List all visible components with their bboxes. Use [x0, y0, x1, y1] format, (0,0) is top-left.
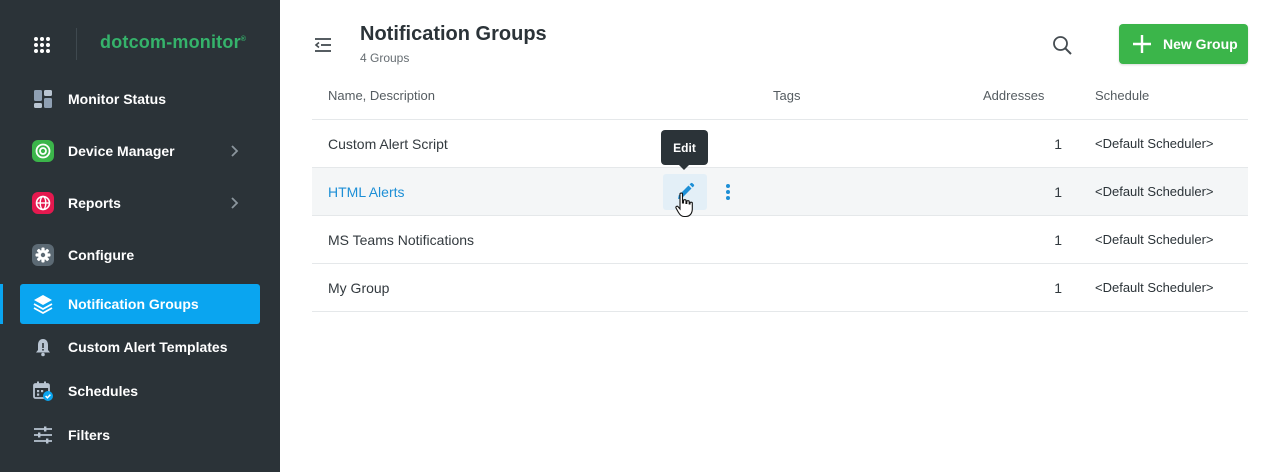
- sidebar-item-configure[interactable]: Configure: [20, 235, 260, 275]
- sidebar-item-monitor-status[interactable]: Monitor Status: [20, 79, 260, 119]
- plus-icon: [1133, 35, 1151, 53]
- edit-tooltip: Edit: [661, 130, 708, 170]
- address-count: 1: [1054, 184, 1062, 200]
- sidebar-item-label: Device Manager: [68, 143, 175, 159]
- apps-grid-icon[interactable]: [34, 37, 50, 53]
- dotcom-monitor-logo[interactable]: dotcom-monitor®: [100, 32, 246, 53]
- group-name[interactable]: Custom Alert Script: [328, 136, 448, 152]
- more-actions-button[interactable]: [718, 180, 738, 204]
- sidebar-item-notification-groups[interactable]: Notification Groups: [20, 284, 260, 324]
- column-header-schedule[interactable]: Schedule: [1095, 88, 1149, 103]
- sidebar-item-label: Notification Groups: [68, 296, 199, 312]
- sidebar-item-reports[interactable]: Reports: [20, 183, 260, 223]
- group-count: 4 Groups: [360, 51, 410, 65]
- calendar-icon: [32, 380, 54, 402]
- dashboard-icon: [32, 88, 54, 110]
- schedule-name: <Default Scheduler>: [1095, 232, 1214, 247]
- sidebar-item-label: Monitor Status: [68, 91, 166, 107]
- column-header-name[interactable]: Name, Description: [328, 88, 435, 103]
- sidebar-item-label: Filters: [68, 427, 111, 443]
- chevron-right-icon: [231, 197, 239, 209]
- globe-icon: [32, 192, 54, 214]
- schedule-name: <Default Scheduler>: [1095, 280, 1214, 295]
- address-count: 1: [1054, 280, 1062, 296]
- sidebar-item-label: Custom Alert Templates: [68, 339, 228, 355]
- sliders-icon: [32, 424, 54, 446]
- address-count: 1: [1054, 136, 1062, 152]
- chevron-right-icon: [231, 145, 239, 157]
- group-name[interactable]: My Group: [328, 280, 389, 296]
- sidebar: dotcom-monitor® Monitor Status Device Ma…: [0, 0, 280, 472]
- address-count: 1: [1054, 232, 1062, 248]
- collapse-sidebar-icon[interactable]: [312, 34, 334, 56]
- schedule-name: <Default Scheduler>: [1095, 136, 1214, 151]
- sidebar-item-label: Reports: [68, 195, 121, 211]
- sidebar-item-filters[interactable]: Filters: [20, 415, 260, 455]
- column-header-addresses[interactable]: Addresses: [983, 88, 1044, 103]
- table-row[interactable]: My Group 1 <Default Scheduler>: [312, 264, 1248, 312]
- sidebar-item-custom-alert-templates[interactable]: Custom Alert Templates: [20, 327, 260, 367]
- hand-cursor-icon: [675, 192, 693, 218]
- new-group-label: New Group: [1163, 36, 1238, 52]
- more-vertical-icon: [726, 184, 730, 200]
- page-title: Notification Groups: [360, 23, 547, 45]
- notification-groups-table: Name, Description Tags Addresses Schedul…: [312, 72, 1248, 312]
- search-icon[interactable]: [1051, 34, 1073, 56]
- sidebar-item-schedules[interactable]: Schedules: [20, 371, 260, 411]
- column-header-tags[interactable]: Tags: [773, 88, 800, 103]
- schedule-name: <Default Scheduler>: [1095, 184, 1214, 199]
- gear-icon: [32, 244, 54, 266]
- active-nav-marker: [0, 284, 3, 324]
- table-row[interactable]: HTML Alerts 1 <Default Scheduler>: [312, 168, 1248, 216]
- new-group-button[interactable]: New Group: [1119, 24, 1248, 64]
- sidebar-item-device-manager[interactable]: Device Manager: [20, 131, 260, 171]
- brand-header: dotcom-monitor®: [0, 0, 280, 80]
- sidebar-item-label: Configure: [68, 247, 135, 263]
- target-icon: [32, 140, 54, 162]
- table-row[interactable]: MS Teams Notifications 1 <Default Schedu…: [312, 216, 1248, 264]
- table-row[interactable]: Custom Alert Script 1 <Default Scheduler…: [312, 120, 1248, 168]
- brand-divider: [76, 28, 77, 60]
- main-content: Notification Groups 4 Groups New Group N…: [280, 0, 1280, 472]
- table-header: Name, Description Tags Addresses Schedul…: [312, 72, 1248, 120]
- group-name[interactable]: HTML Alerts: [328, 184, 405, 200]
- layers-icon: [32, 293, 54, 315]
- sidebar-item-label: Schedules: [68, 383, 139, 399]
- group-name[interactable]: MS Teams Notifications: [328, 232, 474, 248]
- bell-icon: [32, 336, 54, 358]
